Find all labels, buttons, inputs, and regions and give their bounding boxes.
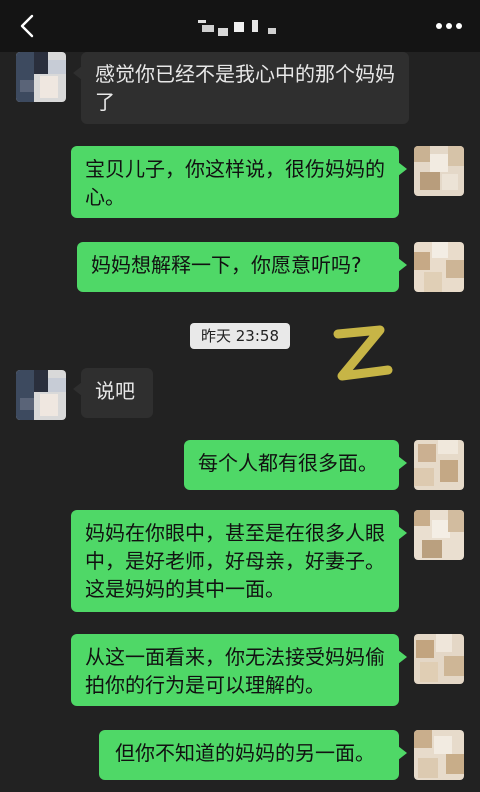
sent-message-bubble[interactable]: 从这一面看来，你无法接受妈妈偷拍你的行为是可以理解的。 [71, 634, 407, 706]
user-avatar[interactable] [414, 440, 464, 490]
chevron-left-icon [20, 14, 34, 38]
user-avatar[interactable] [414, 634, 464, 684]
message-text: 感觉你已经不是我心中的那个妈妈了 [95, 62, 395, 114]
chat-message-list[interactable]: 感觉你已经不是我心中的那个妈妈了 宝贝儿子，你这样说，很伤妈妈的心。 妈妈想解释… [0, 52, 480, 792]
user-avatar[interactable] [414, 730, 464, 780]
message-text: 但你不知道的妈妈的另一面。 [115, 741, 375, 765]
received-message-bubble[interactable]: 感觉你已经不是我心中的那个妈妈了 [73, 52, 409, 124]
watermark-scribble [318, 322, 408, 392]
top-navigation-bar [0, 0, 480, 52]
more-options-button[interactable] [434, 16, 464, 36]
contact-name-redacted [198, 18, 288, 36]
message-text: 说吧 [95, 379, 135, 403]
message-text: 宝贝儿子，你这样说，很伤妈妈的心。 [85, 157, 385, 209]
received-message-bubble[interactable]: 说吧 [73, 368, 153, 418]
back-button[interactable] [14, 12, 42, 40]
message-text: 妈妈在你眼中，甚至是在很多人眼中，是好老师，好母亲，好妻子。这是妈妈的其中一面。 [85, 521, 385, 601]
sent-message-bubble[interactable]: 妈妈想解释一下，你愿意听吗? [77, 242, 407, 292]
message-text: 妈妈想解释一下，你愿意听吗? [91, 253, 362, 277]
more-horizontal-icon [436, 23, 462, 29]
contact-avatar[interactable] [16, 52, 66, 102]
sent-message-bubble[interactable]: 宝贝儿子，你这样说，很伤妈妈的心。 [71, 146, 407, 218]
user-avatar[interactable] [414, 146, 464, 196]
contact-avatar[interactable] [16, 370, 66, 420]
message-text: 每个人都有很多面。 [198, 451, 378, 475]
sent-message-bubble[interactable]: 但你不知道的妈妈的另一面。 [99, 730, 407, 780]
message-text: 从这一面看来，你无法接受妈妈偷拍你的行为是可以理解的。 [85, 645, 385, 697]
sent-message-bubble[interactable]: 每个人都有很多面。 [184, 440, 407, 490]
user-avatar[interactable] [414, 242, 464, 292]
user-avatar[interactable] [414, 510, 464, 560]
sent-message-bubble[interactable]: 妈妈在你眼中，甚至是在很多人眼中，是好老师，好母亲，好妻子。这是妈妈的其中一面。 [71, 510, 407, 612]
message-timestamp: 昨天 23:58 [190, 323, 290, 349]
